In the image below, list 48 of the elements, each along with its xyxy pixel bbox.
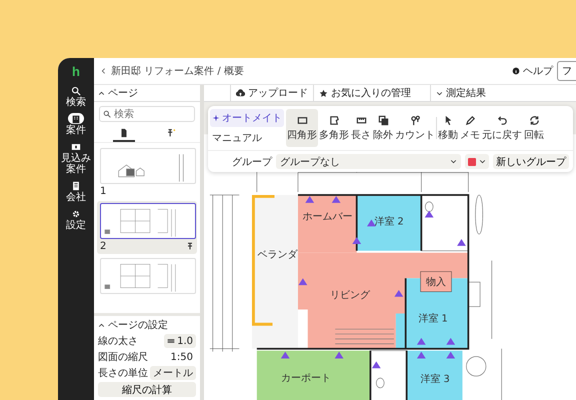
setting-label: 図面の縮尺: [98, 350, 148, 364]
setting-select[interactable]: メートル: [150, 366, 196, 380]
new-group-button[interactable]: 新しいグループ: [493, 154, 569, 169]
tool-button[interactable]: 元に戻す: [481, 109, 523, 147]
mode-tab[interactable]: マニュアル: [210, 129, 284, 147]
page-number: 2: [100, 240, 106, 252]
tool-button[interactable]: メモ: [459, 109, 481, 147]
sidebar-item[interactable]: 案件: [59, 113, 93, 136]
breadcrumb[interactable]: 新田邸 リフォーム案件 / 概要: [111, 64, 244, 78]
setting-value: 1:50: [170, 350, 194, 364]
header-button[interactable]: フ: [557, 61, 576, 81]
mode-tab[interactable]: オートメイト: [210, 109, 284, 127]
tool-button[interactable]: 長さ: [350, 109, 372, 147]
tool-button[interactable]: 四角形: [286, 109, 318, 147]
tool-button[interactable]: 回転: [523, 109, 545, 147]
room-label: 洋室 2: [374, 216, 404, 228]
room-label: カーポート: [280, 373, 331, 384]
sidebar-item[interactable]: 検索: [59, 85, 93, 108]
help-link[interactable]: ヘルプ: [512, 64, 553, 78]
logo[interactable]: h: [72, 64, 80, 80]
page-number: 1: [100, 186, 106, 196]
tool-button[interactable]: 多角形: [318, 109, 350, 147]
results-toggle[interactable]: 測定結果: [430, 85, 491, 101]
room-label: ホームバー: [302, 211, 352, 222]
setting-select[interactable]: 1.0: [164, 334, 196, 348]
sidebar-item[interactable]: 会社: [59, 180, 93, 203]
page-item[interactable]: 2: [97, 201, 197, 254]
scale-calc-button[interactable]: 縮尺の計算: [98, 382, 196, 397]
group-select[interactable]: グループなし: [276, 154, 461, 169]
setting-label: 線の太さ: [98, 334, 138, 348]
page-item[interactable]: 1: [97, 146, 197, 199]
upload-button[interactable]: アップロード: [230, 85, 313, 101]
favorites-button[interactable]: お気に入りの管理: [313, 85, 416, 101]
room-label: 物入: [426, 277, 446, 288]
panel-title: ページ: [108, 87, 138, 100]
room-label: 洋室 1: [418, 313, 448, 324]
section-title: ページの設定: [108, 318, 168, 332]
setting-label: 長さの単位: [98, 367, 148, 380]
room-label: 洋室 3: [420, 374, 450, 385]
room-label: ベランダ: [257, 250, 298, 261]
tool-button[interactable]: 移動: [437, 109, 459, 147]
sidebar-item[interactable]: 見込み案件: [59, 141, 93, 175]
sidebar-item[interactable]: 設定: [59, 208, 93, 231]
group-label: グループ: [232, 156, 272, 168]
tool-button[interactable]: 除外: [372, 109, 394, 147]
room-label: リビング: [330, 290, 370, 301]
tool-button[interactable]: カウント: [394, 109, 436, 147]
search-field[interactable]: 検索: [99, 106, 195, 122]
